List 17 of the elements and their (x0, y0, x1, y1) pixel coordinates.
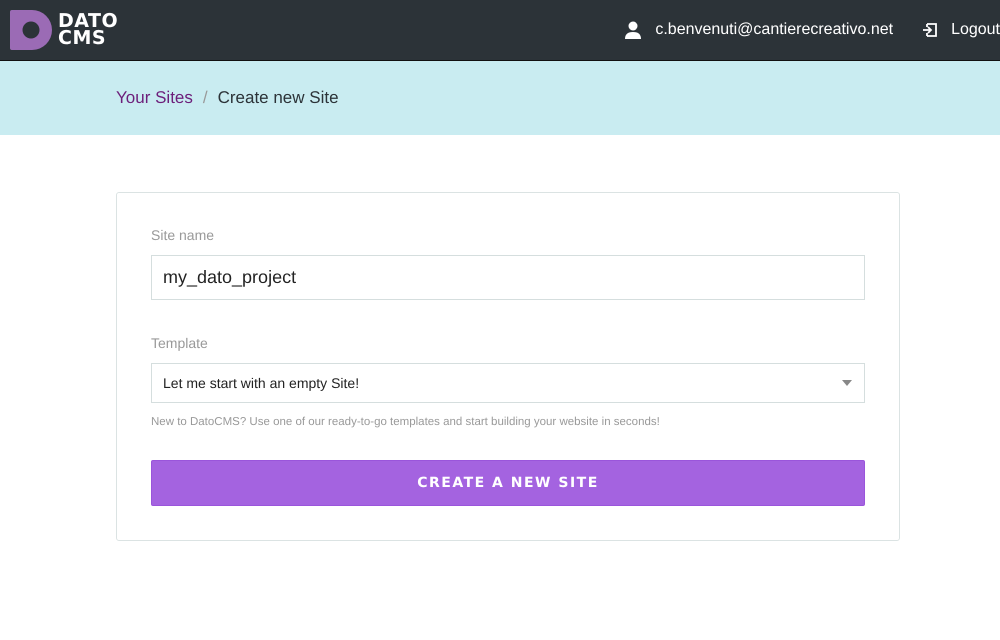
logo-text: DATO (58, 13, 118, 30)
user-email: c.benvenuti@cantierecreativo.net (655, 21, 894, 39)
site-name-field[interactable]: my_dato_project (151, 255, 865, 300)
breadcrumb-separator: / (202, 88, 208, 108)
logout-icon (923, 23, 938, 37)
caret-icon (842, 380, 852, 386)
breadcrumb-link[interactable]: Your Sites (116, 88, 193, 108)
field-label: Site name (151, 227, 216, 243)
logo-icon (10, 10, 52, 50)
create-site-button[interactable]: CREATE A NEW SITE (151, 460, 865, 506)
logo-text: CMS (58, 30, 106, 47)
user-icon (625, 21, 642, 39)
template-hint: New to DatoCMS? Use one of our ready-to-go templates and start building your website in seconds! (151, 416, 661, 428)
breadcrumb-current: Create new Site (218, 88, 339, 108)
field-label: Template (151, 335, 209, 351)
logout-link[interactable]: Logout (951, 21, 1000, 39)
template-select[interactable]: Let me start with an empty Site! (151, 363, 865, 403)
